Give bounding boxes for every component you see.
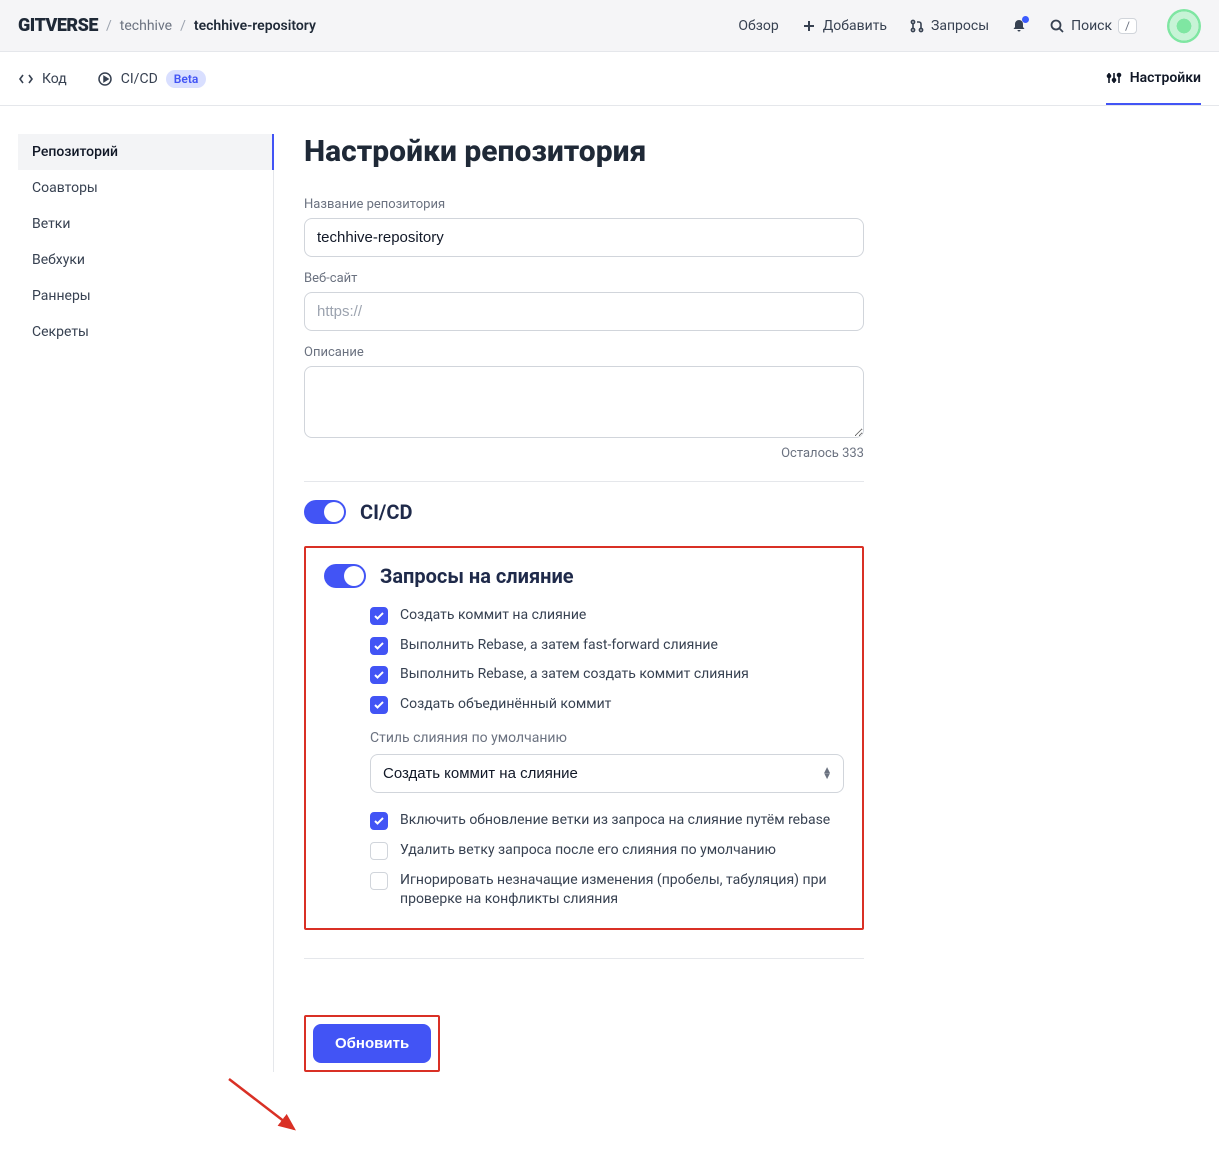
website-input[interactable] xyxy=(304,292,864,331)
default-style-select[interactable] xyxy=(370,754,844,793)
breadcrumb-sep: / xyxy=(180,18,186,34)
pull-request-icon xyxy=(909,18,925,34)
avatar[interactable] xyxy=(1167,9,1201,43)
chk-rebase-commit-label: Выполнить Rebase, а затем создать коммит… xyxy=(400,665,749,685)
sidebar-item-runners[interactable]: Раннеры xyxy=(18,278,273,314)
chk-ignore-whitespace-label: Игнорировать незначащие изменения (пробе… xyxy=(400,871,844,910)
chk-merge-commit[interactable] xyxy=(370,607,388,625)
default-style-label: Стиль слияния по умолчанию xyxy=(370,730,844,746)
nav-overview[interactable]: Обзор xyxy=(738,18,778,34)
nav-requests[interactable]: Запросы xyxy=(909,18,989,34)
divider xyxy=(304,958,864,959)
plus-icon xyxy=(801,18,817,34)
nav-requests-label: Запросы xyxy=(931,18,989,34)
select-arrows-icon: ▲▼ xyxy=(822,768,832,780)
tab-settings[interactable]: Настройки xyxy=(1106,52,1201,105)
search-button[interactable]: Поиск / xyxy=(1049,18,1137,34)
settings-sidebar: Репозиторий Соавторы Ветки Вебхуки Ранне… xyxy=(18,134,274,1072)
chars-remaining: Осталось 333 xyxy=(304,446,864,461)
main-content: Настройки репозитория Название репозитор… xyxy=(304,134,864,1072)
search-kbd: / xyxy=(1118,18,1137,34)
sidebar-item-coauthors[interactable]: Соавторы xyxy=(18,170,273,206)
chk-squash[interactable] xyxy=(370,696,388,714)
breadcrumb-owner[interactable]: techhive xyxy=(120,18,172,34)
notifications-button[interactable] xyxy=(1011,18,1027,34)
tab-cicd-label: CI/CD xyxy=(121,71,158,87)
arrow-annotation xyxy=(224,1074,314,1154)
sliders-icon xyxy=(1106,70,1122,86)
description-textarea[interactable] xyxy=(304,366,864,438)
sidebar-item-branches[interactable]: Ветки xyxy=(18,206,273,242)
search-icon xyxy=(1049,18,1065,34)
merge-toggle[interactable] xyxy=(324,564,366,588)
update-button-highlight: Обновить xyxy=(304,1015,440,1072)
sidebar-item-webhooks[interactable]: Вебхуки xyxy=(18,242,273,278)
chk-delete-branch[interactable] xyxy=(370,842,388,860)
page-title: Настройки репозитория xyxy=(304,134,864,169)
topbar-right: Обзор Добавить Запросы Поиск / xyxy=(738,9,1201,43)
merge-toggle-label: Запросы на слияние xyxy=(380,564,574,588)
tab-settings-label: Настройки xyxy=(1130,70,1201,86)
nav-add[interactable]: Добавить xyxy=(801,18,887,34)
cicd-toggle-row: CI/CD xyxy=(304,500,864,524)
play-circle-icon xyxy=(97,71,113,87)
chk-rebase-commit[interactable] xyxy=(370,666,388,684)
tab-cicd[interactable]: CI/CD Beta xyxy=(97,52,207,105)
tab-code[interactable]: Код xyxy=(18,52,67,105)
divider xyxy=(304,481,864,482)
cicd-toggle-label: CI/CD xyxy=(360,500,412,524)
breadcrumb-repo[interactable]: techhive-repository xyxy=(194,18,316,34)
merge-toggle-row: Запросы на слияние xyxy=(324,564,844,588)
tab-code-label: Код xyxy=(42,71,67,87)
topbar: GITVERSE / techhive / techhive-repositor… xyxy=(0,0,1219,52)
code-icon xyxy=(18,71,34,87)
repo-name-input[interactable] xyxy=(304,218,864,257)
sidebar-item-repo[interactable]: Репозиторий xyxy=(18,134,273,170)
website-label: Веб-сайт xyxy=(304,271,864,286)
repo-tabs: Код CI/CD Beta Настройки xyxy=(0,52,1219,106)
merge-section-highlight: Запросы на слияние Создать коммит на сли… xyxy=(304,546,864,930)
notification-dot xyxy=(1022,16,1029,23)
chk-rebase-ff[interactable] xyxy=(370,637,388,655)
repo-name-label: Название репозитория xyxy=(304,197,864,212)
chk-allow-rebase-update-label: Включить обновление ветки из запроса на … xyxy=(400,811,830,831)
chk-merge-commit-label: Создать коммит на слияние xyxy=(400,606,586,626)
logo[interactable]: GITVERSE xyxy=(18,15,98,36)
cicd-toggle[interactable] xyxy=(304,500,346,524)
chk-squash-label: Создать объединённый коммит xyxy=(400,695,611,715)
chk-ignore-whitespace[interactable] xyxy=(370,872,388,890)
breadcrumb-sep: / xyxy=(106,18,112,34)
nav-add-label: Добавить xyxy=(823,18,887,34)
beta-badge: Beta xyxy=(166,70,207,88)
chk-allow-rebase-update[interactable] xyxy=(370,812,388,830)
chk-rebase-ff-label: Выполнить Rebase, а затем fast-forward с… xyxy=(400,636,718,656)
update-button[interactable]: Обновить xyxy=(313,1024,431,1063)
sidebar-item-secrets[interactable]: Секреты xyxy=(18,314,273,350)
chk-delete-branch-label: Удалить ветку запроса после его слияния … xyxy=(400,841,776,861)
description-label: Описание xyxy=(304,345,864,360)
search-label: Поиск xyxy=(1071,18,1112,34)
